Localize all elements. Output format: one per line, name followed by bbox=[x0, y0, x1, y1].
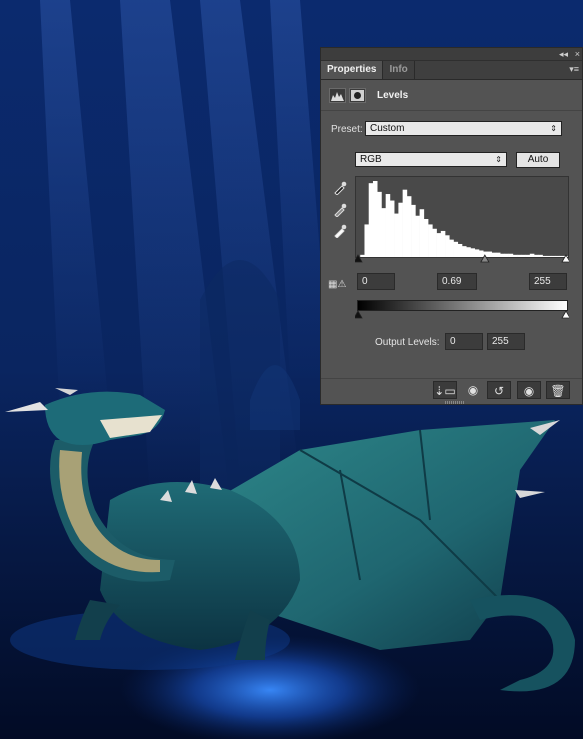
histogram-bar bbox=[398, 202, 403, 257]
panel-menu-icon[interactable]: ▾≡ bbox=[569, 64, 579, 75]
channel-value: RGB bbox=[360, 154, 382, 165]
channel-dropdown[interactable]: RGB ⇕ bbox=[355, 152, 507, 167]
resize-grip[interactable] bbox=[445, 401, 465, 404]
input-levels-slider[interactable] bbox=[355, 254, 569, 264]
panel-tabs: Properties Info ▾≡ bbox=[321, 61, 582, 80]
histogram-bar bbox=[385, 194, 391, 257]
eyedropper-gray-icon[interactable] bbox=[333, 203, 347, 218]
panel-title-bar[interactable]: ◂◂ × bbox=[321, 48, 582, 61]
levels-adjustment-icon[interactable] bbox=[329, 87, 346, 103]
input-white-field[interactable]: 255 bbox=[529, 273, 567, 290]
histogram-bar bbox=[364, 224, 370, 257]
histogram-bar bbox=[394, 213, 399, 257]
eyedropper-black-icon[interactable] bbox=[333, 181, 347, 196]
tab-properties[interactable]: Properties bbox=[321, 61, 383, 79]
histogram-bar bbox=[432, 228, 437, 257]
histogram-bar bbox=[381, 208, 386, 257]
histogram-bar bbox=[415, 215, 420, 257]
histogram-bar bbox=[372, 181, 378, 257]
layer-mask-icon[interactable] bbox=[349, 87, 366, 103]
histogram-bar bbox=[406, 196, 412, 257]
preset-value: Custom bbox=[370, 123, 405, 134]
histogram-plot bbox=[360, 181, 568, 257]
input-gamma-field[interactable]: 0.69 bbox=[437, 273, 477, 290]
tab-info[interactable]: Info bbox=[382, 61, 415, 79]
collapse-panel-icon[interactable]: ◂◂ bbox=[559, 48, 568, 60]
input-gamma-handle[interactable] bbox=[480, 254, 490, 263]
panel-bottom-toolbar: ⇣▭ ◉ ↺ ◉ 🗑 bbox=[321, 378, 582, 401]
histogram-bar bbox=[419, 209, 425, 257]
auto-button[interactable]: Auto bbox=[516, 152, 560, 168]
histogram-bar bbox=[411, 204, 416, 257]
histogram-bar bbox=[423, 219, 429, 257]
divider bbox=[321, 110, 582, 111]
output-white-field[interactable]: 255 bbox=[487, 333, 525, 350]
adjustment-header: Levels bbox=[329, 85, 408, 105]
close-panel-icon[interactable]: × bbox=[575, 48, 580, 60]
clip-to-layer-icon[interactable]: ⇣▭ bbox=[433, 381, 457, 399]
output-levels-slider[interactable] bbox=[355, 310, 569, 320]
histogram-bar bbox=[389, 200, 395, 257]
histogram-bar bbox=[377, 191, 382, 257]
visibility-icon[interactable]: ◉ bbox=[517, 381, 541, 399]
view-previous-state-icon[interactable]: ◉ bbox=[461, 381, 485, 399]
input-white-handle[interactable] bbox=[561, 254, 569, 263]
input-black-field[interactable]: 0 bbox=[357, 273, 395, 290]
output-black-field[interactable]: 0 bbox=[445, 333, 483, 350]
output-black-handle[interactable] bbox=[355, 310, 363, 319]
histogram-bar bbox=[368, 183, 374, 257]
preset-dropdown[interactable]: Custom ⇕ bbox=[365, 121, 562, 136]
adjustment-title: Levels bbox=[377, 89, 409, 101]
reset-icon[interactable]: ↺ bbox=[487, 381, 511, 399]
output-white-handle[interactable] bbox=[561, 310, 569, 319]
input-black-handle[interactable] bbox=[355, 254, 363, 263]
clipping-warning-icon[interactable]: ▦⚠ bbox=[328, 279, 346, 290]
updown-arrow-icon: ⇕ bbox=[495, 155, 502, 164]
preset-label: Preset: bbox=[331, 124, 363, 135]
output-levels-label: Output Levels: bbox=[375, 337, 440, 348]
delete-icon[interactable]: 🗑 bbox=[546, 381, 570, 399]
histogram-bar bbox=[428, 224, 433, 257]
eyedropper-white-icon[interactable] bbox=[333, 224, 347, 239]
updown-arrow-icon: ⇕ bbox=[550, 124, 557, 133]
properties-panel: ◂◂ × Properties Info ▾≡ Levels Preset: C… bbox=[320, 47, 583, 405]
histogram bbox=[355, 176, 569, 258]
histogram-bar bbox=[402, 189, 408, 257]
